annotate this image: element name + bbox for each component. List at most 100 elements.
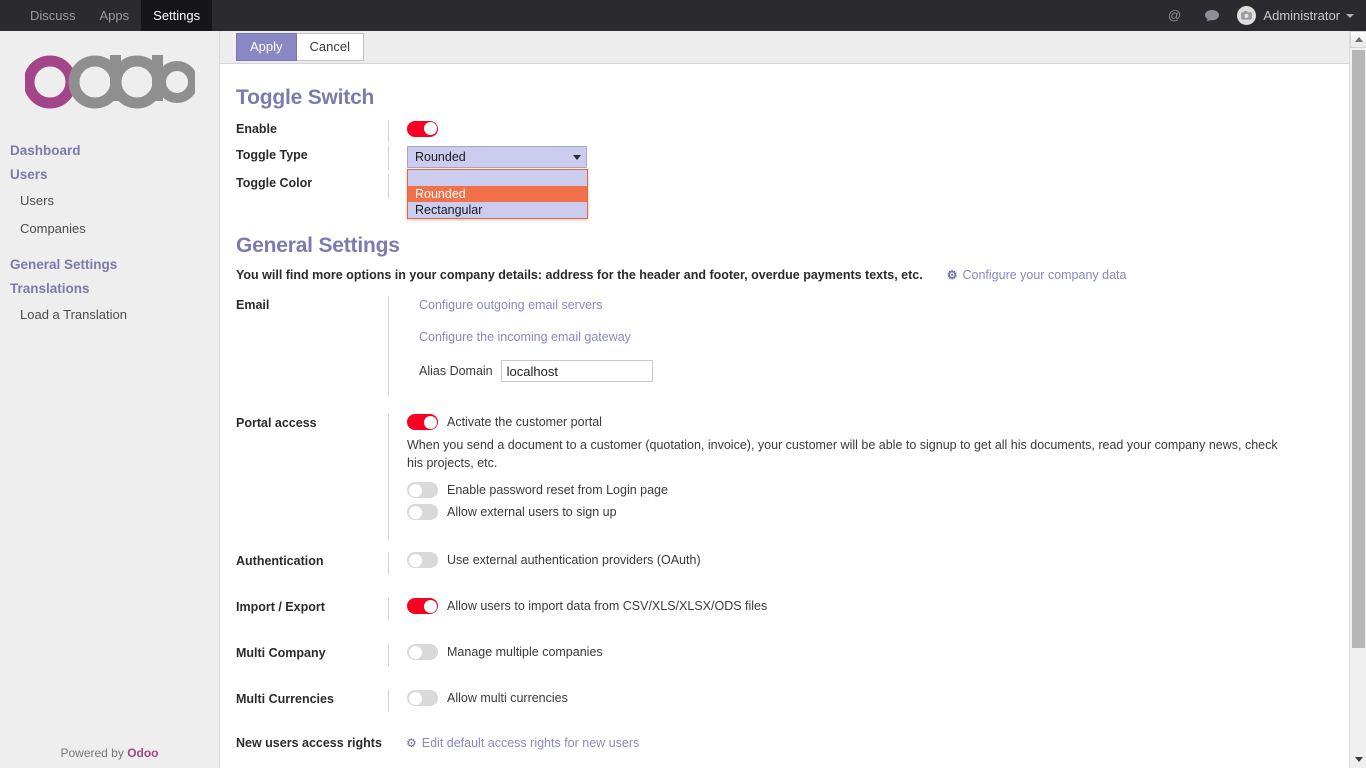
row-email: Email Configure outgoing email servers C…	[236, 296, 1346, 396]
menu-item-settings[interactable]: Settings	[141, 0, 212, 31]
oauth-toggle[interactable]	[407, 552, 438, 568]
oauth-label: Use external authentication providers (O…	[447, 553, 701, 567]
import-toggle-line: Allow users to import data from CSV/XLS/…	[407, 598, 1346, 614]
import-data-toggle-knob	[424, 600, 437, 613]
alias-domain-input[interactable]	[501, 360, 653, 382]
field-toggle-type: Rounded Rounded Rectangular	[388, 146, 1346, 170]
label-new-users-access-rights: New users access rights	[236, 734, 406, 750]
sidebar-menu: Dashboard Users Users Companies General …	[0, 139, 219, 329]
avatar	[1237, 6, 1256, 25]
configure-company-data-link[interactable]: ⚙ Configure your company data	[947, 268, 1127, 282]
user-menu[interactable]: Administrator	[1231, 6, 1356, 25]
odoo-logo[interactable]	[0, 31, 219, 135]
multi-company-label: Manage multiple companies	[447, 645, 603, 659]
label-multi-currencies: Multi Currencies	[236, 690, 388, 706]
external-signup-label: Allow external users to sign up	[447, 505, 617, 519]
sidebar: Dashboard Users Users Companies General …	[0, 31, 220, 768]
odoo-brand-link[interactable]: Odoo	[127, 746, 158, 760]
multi-company-toggle[interactable]	[407, 644, 438, 660]
sidebar-item-users[interactable]: Users	[0, 187, 219, 215]
label-portal-access: Portal access	[236, 414, 388, 430]
external-signup-toggle[interactable]	[407, 504, 438, 520]
menu-item-discuss[interactable]: Discuss	[18, 0, 88, 31]
powered-by-text: Powered by	[60, 746, 127, 760]
user-name-label: Administrator	[1263, 8, 1340, 23]
row-toggle-type: Toggle Type Rounded Rounded Rectangular	[236, 146, 1346, 170]
edit-default-access-rights-link[interactable]: Edit default access rights for new users	[422, 736, 639, 750]
powered-by-footer: Powered by Odoo	[0, 746, 219, 760]
scroll-up-button[interactable]	[1350, 31, 1366, 48]
external-signup-toggle-line: Allow external users to sign up	[407, 504, 1346, 520]
vertical-scrollbar[interactable]	[1349, 31, 1366, 768]
configure-company-data-label: Configure your company data	[962, 268, 1126, 282]
chat-bubble-icon[interactable]	[1193, 0, 1231, 31]
row-toggle-color: Toggle Color	[236, 174, 1346, 198]
toggle-type-select-value: Rounded	[415, 150, 466, 164]
toggle-type-option-rectangular[interactable]: Rectangular	[408, 202, 587, 218]
main-content: Apply Cancel Toggle Switch Enable Toggle…	[220, 31, 1366, 768]
sidebar-item-dashboard[interactable]: Dashboard	[0, 139, 219, 163]
settings-sheet: Toggle Switch Enable Toggle Type Rounded…	[220, 64, 1346, 767]
enable-toggle[interactable]	[407, 121, 438, 137]
general-settings-intro: You will find more options in your compa…	[236, 268, 1346, 282]
field-portal-access: Activate the customer portal When you se…	[388, 414, 1346, 540]
general-settings-intro-text: You will find more options in your compa…	[236, 268, 923, 282]
external-signup-toggle-knob	[409, 506, 422, 519]
mention-icon[interactable]: @	[1156, 0, 1193, 31]
label-email: Email	[236, 296, 388, 312]
top-navbar: Discuss Apps Settings @ Administrator	[0, 0, 1366, 31]
scrollbar-thumb[interactable]	[1352, 50, 1365, 648]
apply-button[interactable]: Apply	[236, 33, 297, 61]
configure-incoming-gateway-link[interactable]: Configure the incoming email gateway	[419, 330, 631, 344]
toggle-type-select-wrap: Rounded Rounded Rectangular	[407, 146, 587, 168]
password-reset-toggle-knob	[409, 484, 422, 497]
row-multi-company: Multi Company Manage multiple companies	[236, 644, 1346, 666]
portal-auth-spacer	[236, 540, 1346, 552]
row-portal-access: Portal access Activate the customer port…	[236, 414, 1346, 540]
multi-company-toggle-line: Manage multiple companies	[407, 644, 1346, 660]
label-authentication: Authentication	[236, 552, 388, 568]
alias-domain-label: Alias Domain	[419, 364, 493, 378]
password-reset-toggle[interactable]	[407, 482, 438, 498]
field-import-export: Allow users to import data from CSV/XLS/…	[388, 598, 1346, 620]
password-reset-label: Enable password reset from Login page	[447, 483, 668, 497]
row-import-export: Import / Export Allow users to import da…	[236, 598, 1346, 620]
form-toolbar: Apply Cancel	[220, 31, 1366, 64]
label-import-export: Import / Export	[236, 598, 388, 614]
import-data-toggle[interactable]	[407, 598, 438, 614]
svg-text:@: @	[1168, 8, 1181, 22]
toggle-type-option-blank[interactable]	[408, 170, 587, 186]
password-reset-toggle-line: Enable password reset from Login page	[407, 482, 1346, 498]
sidebar-item-translations[interactable]: Translations	[0, 277, 219, 301]
multi-currencies-toggle[interactable]	[407, 690, 438, 706]
gear-icon: ⚙	[947, 268, 958, 282]
label-toggle-color: Toggle Color	[236, 174, 388, 190]
label-enable: Enable	[236, 120, 388, 136]
scroll-down-button[interactable]	[1350, 751, 1366, 768]
menu-item-apps[interactable]: Apps	[88, 0, 142, 31]
configure-outgoing-email-link[interactable]: Configure outgoing email servers	[419, 298, 602, 312]
toggle-type-option-rounded[interactable]: Rounded	[408, 186, 587, 202]
row-multi-currencies: Multi Currencies Allow multi currencies	[236, 690, 1346, 712]
multi-currencies-toggle-line: Allow multi currencies	[407, 690, 1346, 706]
cancel-button[interactable]: Cancel	[297, 33, 364, 61]
sidebar-item-companies[interactable]: Companies	[0, 215, 219, 243]
sidebar-item-general-settings[interactable]: General Settings	[0, 253, 219, 277]
oauth-toggle-line: Use external authentication providers (O…	[407, 552, 1346, 568]
toggle-switch-heading: Toggle Switch	[236, 86, 1346, 110]
portal-main-toggle-line: Activate the customer portal	[407, 414, 1346, 430]
chevron-down-icon	[573, 155, 581, 160]
field-enable	[388, 120, 1346, 142]
row-new-users-access-rights: New users access rights ⚙ Edit default ac…	[236, 734, 1346, 756]
email-portal-spacer	[236, 396, 1346, 414]
toggle-type-select[interactable]: Rounded	[407, 146, 587, 168]
field-multi-company: Manage multiple companies	[388, 644, 1346, 666]
sidebar-item-load-a-translation[interactable]: Load a Translation	[0, 301, 219, 329]
sidebar-item-users-group[interactable]: Users	[0, 163, 219, 187]
field-email: Configure outgoing email servers Configu…	[388, 296, 1346, 396]
activate-portal-toggle[interactable]	[407, 414, 438, 430]
gear-icon: ⚙	[406, 736, 417, 750]
section-spacer	[236, 198, 1346, 220]
portal-sub-toggles: Enable password reset from Login page Al…	[407, 482, 1346, 520]
multi-currencies-label: Allow multi currencies	[447, 691, 568, 705]
